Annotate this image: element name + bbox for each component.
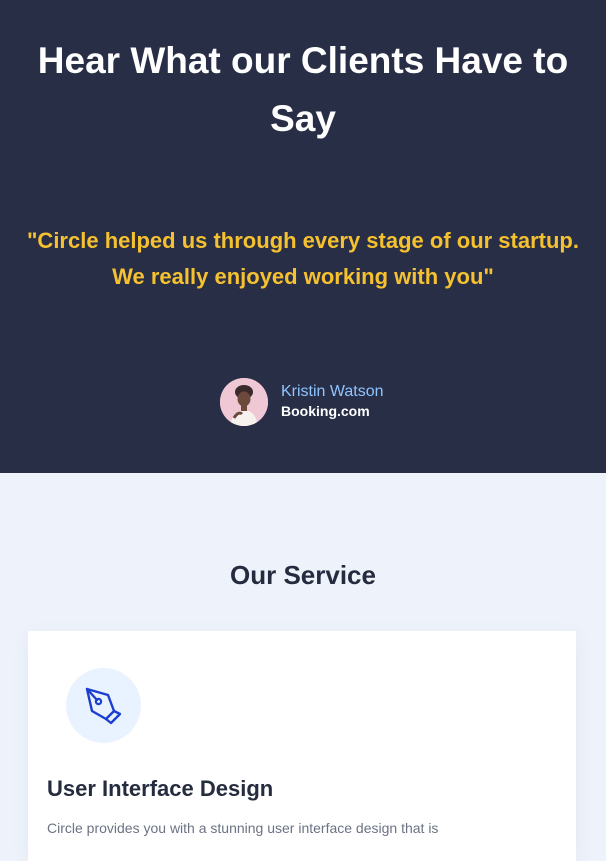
avatar xyxy=(220,378,268,426)
service-card[interactable]: User Interface Design Circle provides yo… xyxy=(28,631,576,861)
service-title: User Interface Design xyxy=(47,776,274,801)
service-description: Circle provides you with a stunning user… xyxy=(47,820,439,836)
avatar-photo xyxy=(220,378,268,426)
testimonial-heading: Hear What our Clients Have to Say xyxy=(37,40,569,139)
service-icon-badge xyxy=(66,668,141,743)
services-heading: Our Service xyxy=(230,560,376,590)
author-name: Kristin Watson xyxy=(281,383,384,400)
pen-tool-icon xyxy=(85,687,122,725)
author-company: Booking.com xyxy=(281,403,370,419)
testimonial-section: Hear What our Clients Have to Say "Circl… xyxy=(0,0,606,473)
testimonial-quote: "Circle helped us through every stage of… xyxy=(27,228,579,289)
